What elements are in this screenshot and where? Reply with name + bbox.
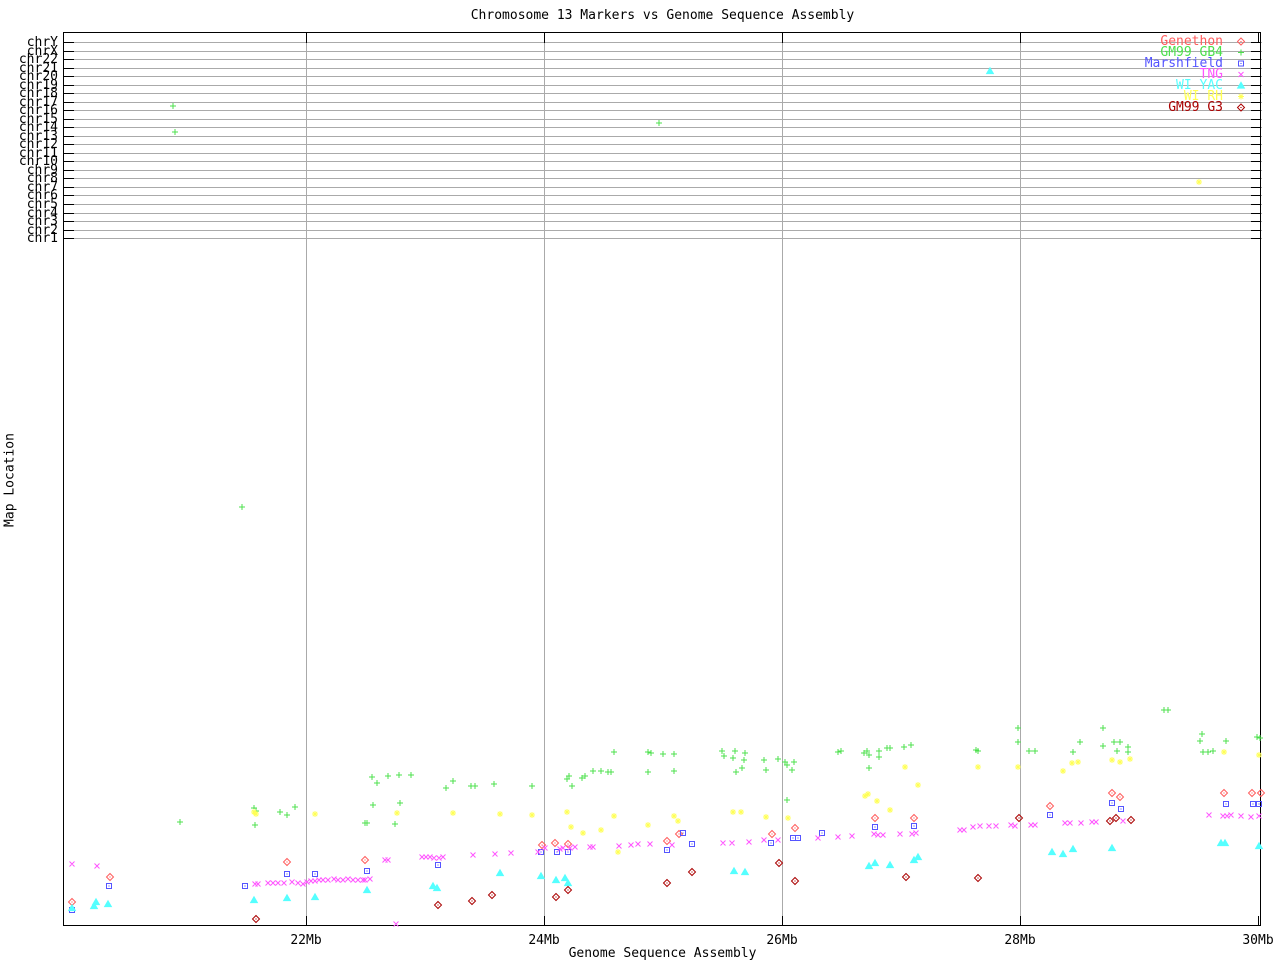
ytick-left-chr22	[64, 59, 74, 60]
ytick-right-chr14	[1251, 127, 1261, 128]
ytick-left-chr15	[64, 119, 74, 120]
ytick-right-chr16	[1251, 110, 1261, 111]
ytick-right-chr8	[1251, 178, 1261, 179]
ytick-left-chr12	[64, 144, 74, 145]
triangle-icon	[1232, 80, 1250, 91]
ytick-label-chr1: chr1	[0, 232, 58, 245]
legend: GenethonGM99 GB4MarshfieldTNGWI YACWI RH…	[1080, 36, 1250, 113]
ytick-left-chr1	[64, 238, 74, 239]
ytick-left-chr9	[64, 170, 74, 171]
ytick-left-chr16	[64, 110, 74, 111]
ytick-right-chr20	[1251, 76, 1261, 77]
xtick-label-30Mb: 30Mb	[1226, 933, 1280, 948]
ytick-left-chrY	[64, 42, 74, 43]
ytick-left-chrX	[64, 51, 74, 52]
xtick-top-22Mb	[306, 33, 307, 43]
xtick-label-24Mb: 24Mb	[512, 933, 576, 948]
ytick-left-chr13	[64, 136, 74, 137]
xtick-bottom-28Mb	[1020, 916, 1021, 926]
asterisk-icon	[1232, 91, 1250, 102]
ytick-left-chr7	[64, 187, 74, 188]
ytick-right-chr15	[1251, 119, 1261, 120]
plus-icon	[1232, 47, 1250, 58]
chart-title: Chromosome 13 Markers vs Genome Sequence…	[63, 8, 1262, 23]
ytick-right-chr6	[1251, 195, 1261, 196]
ytick-left-chr8	[64, 178, 74, 179]
ytick-left-chr17	[64, 102, 74, 103]
xtick-label-28Mb: 28Mb	[988, 933, 1052, 948]
ytick-right-chr19	[1251, 85, 1261, 86]
ytick-right-chr4	[1251, 213, 1261, 214]
ytick-right-chr22	[1251, 59, 1261, 60]
xtick-bottom-22Mb	[306, 916, 307, 926]
ytick-left-chr10	[64, 161, 74, 162]
plot-border	[63, 32, 1261, 926]
diamond-dot-icon	[1232, 36, 1250, 47]
legend-row-gm99-g3: GM99 G3	[1080, 102, 1250, 113]
xtick-top-28Mb	[1020, 33, 1021, 43]
x-axis-title: Genome Sequence Assembly	[63, 946, 1262, 960]
ytick-right-chr9	[1251, 170, 1261, 171]
ytick-right-chr5	[1251, 204, 1261, 205]
ytick-right-chr1	[1251, 238, 1261, 239]
legend-label: GM99 G3	[1168, 102, 1223, 113]
xtick-label-22Mb: 22Mb	[274, 933, 338, 948]
xtick-bottom-24Mb	[544, 916, 545, 926]
ytick-right-chr12	[1251, 144, 1261, 145]
ytick-left-chr19	[64, 85, 74, 86]
ytick-right-chr11	[1251, 153, 1261, 154]
legend-row-marshfield: Marshfield	[1080, 58, 1250, 69]
ytick-left-chr11	[64, 153, 74, 154]
ytick-left-chr20	[64, 76, 74, 77]
ytick-left-chr21	[64, 68, 74, 69]
ytick-right-chr17	[1251, 102, 1261, 103]
xtick-top-30Mb	[1258, 33, 1259, 43]
ytick-right-chr13	[1251, 136, 1261, 137]
xtick-label-26Mb: 26Mb	[750, 933, 814, 948]
ytick-right-chrY	[1251, 42, 1261, 43]
ytick-left-chr6	[64, 195, 74, 196]
ytick-left-chr3	[64, 221, 74, 222]
ytick-right-chrX	[1251, 51, 1261, 52]
legend-row-wi-rh: WI RH	[1080, 91, 1250, 102]
chromosome-marker-plot: Chromosome 13 Markers vs Genome Sequence…	[0, 0, 1280, 960]
xtick-top-24Mb	[544, 33, 545, 43]
xtick-bottom-26Mb	[782, 916, 783, 926]
xtick-top-26Mb	[782, 33, 783, 43]
xtick-bottom-30Mb	[1258, 916, 1259, 926]
ytick-right-chr18	[1251, 93, 1261, 94]
ytick-left-chr5	[64, 204, 74, 205]
diamond-dot-icon	[1232, 102, 1250, 113]
ytick-left-chr2	[64, 230, 74, 231]
legend-row-wi-yac: WI YAC	[1080, 80, 1250, 91]
x-icon	[1232, 69, 1250, 80]
square-dot-icon	[1232, 58, 1250, 69]
ytick-right-chr3	[1251, 221, 1261, 222]
ytick-right-chr7	[1251, 187, 1261, 188]
ytick-left-chr14	[64, 127, 74, 128]
ytick-right-chr2	[1251, 230, 1261, 231]
ytick-right-chr10	[1251, 161, 1261, 162]
ytick-right-chr21	[1251, 68, 1261, 69]
y-axis-title: Map Location	[3, 433, 18, 527]
ytick-left-chr4	[64, 213, 74, 214]
ytick-left-chr18	[64, 93, 74, 94]
